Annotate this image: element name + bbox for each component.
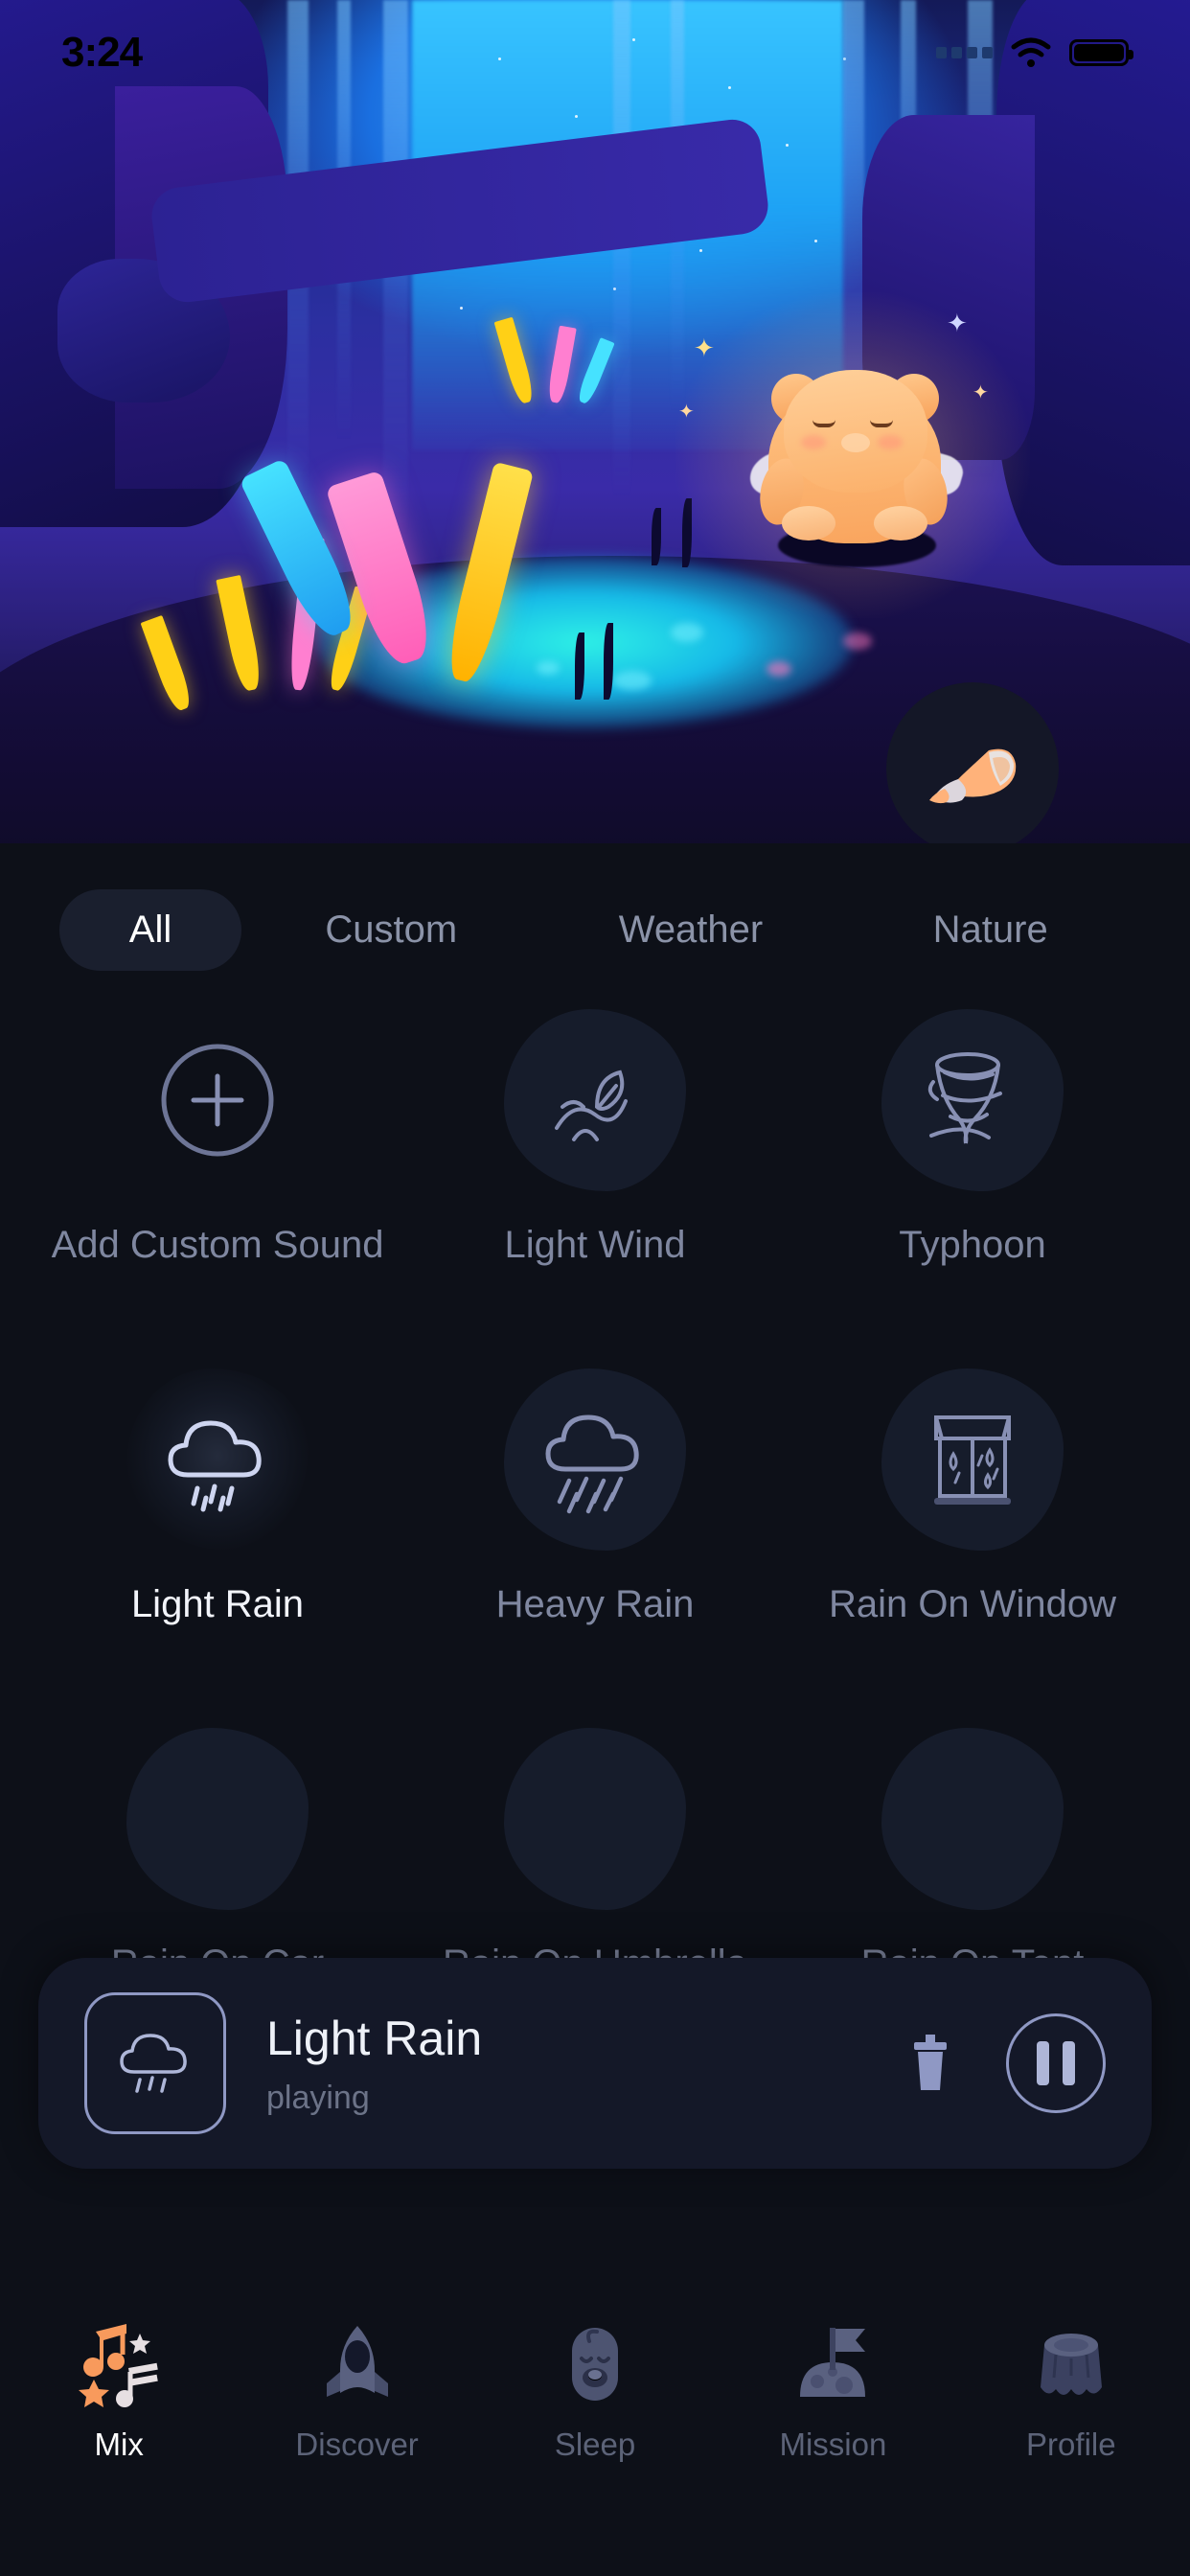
nav-icon-wrap (542, 2312, 648, 2417)
sound-item-rain-on-tent[interactable]: Rain On Tent (784, 1728, 1161, 1986)
nav-item-discover[interactable]: Discover (238, 2312, 475, 2463)
cloud-light-rain-icon (168, 1420, 262, 1512)
pause-icon (1063, 2041, 1075, 2085)
sound-item-add-custom-sound[interactable]: Add Custom Sound (29, 1009, 406, 1267)
cloud-heavy-rain-icon (545, 1414, 639, 1514)
tab-custom[interactable]: Custom (241, 889, 541, 971)
sleeping-bear-character: ✦ ✦ ✦ ✦ (675, 292, 1030, 618)
nav-label: Mix (94, 2426, 144, 2462)
now-playing-card[interactable]: Light Rain playing (38, 1958, 1152, 2169)
tab-all[interactable]: All (59, 889, 241, 971)
nav-item-sleep[interactable]: Sleep (476, 2312, 714, 2463)
nav-item-profile[interactable]: Profile (952, 2312, 1190, 2463)
status-clock: 3:24 (61, 29, 143, 76)
nav-label: Profile (1026, 2426, 1116, 2462)
rain-window-icon (934, 1415, 1011, 1505)
sound-label: Light Rain (130, 1583, 305, 1625)
sound-item-rain-on-car[interactable]: Rain On Car (29, 1728, 406, 1986)
now-playing-title: Light Rain (266, 2011, 483, 2065)
rocket-icon (326, 2326, 388, 2397)
tab-nature[interactable]: Nature (840, 889, 1140, 971)
plus-circle-icon (161, 1044, 274, 1157)
pause-button[interactable] (1006, 2013, 1106, 2113)
signal-dots-icon (936, 47, 993, 58)
nav-label: Discover (295, 2426, 419, 2462)
now-playing-thumbnail (84, 1992, 226, 2134)
sound-item-rain-on-umbrella[interactable]: Rain On Umbrella (406, 1728, 784, 1986)
hero-scene: ✦ ✦ ✦ ✦ (0, 0, 1190, 843)
sound-icon-wrap (881, 1728, 1064, 1910)
sound-item-rain-on-window[interactable]: Rain On Window (784, 1368, 1161, 1626)
nav-item-mix[interactable]: Mix (0, 2312, 238, 2463)
nav-icon-wrap (305, 2312, 410, 2417)
now-playing-status: playing (266, 2079, 370, 2116)
wifi-icon (1011, 37, 1051, 67)
sound-row: Light Rain Heavy Rain Rain On Window (29, 1368, 1161, 1626)
nav-item-mission[interactable]: Mission (714, 2312, 951, 2463)
leaf-wind-icon (555, 1070, 628, 1141)
sound-grid: Add Custom Sound Light Wind Typhoon Ligh… (0, 971, 1190, 1986)
category-tabs: All Custom Weather Nature (0, 843, 1190, 971)
sleeping-baby-icon (572, 2328, 619, 2401)
sound-icon-wrap (126, 1368, 309, 1551)
sound-label: Typhoon (899, 1224, 1046, 1266)
tab-weather[interactable]: Weather (541, 889, 841, 971)
sound-item-heavy-rain[interactable]: Heavy Rain (406, 1368, 784, 1626)
tornado-icon (927, 1052, 1002, 1144)
now-playing-meta: Light Rain playing (266, 2011, 904, 2117)
now-playing-actions (904, 2013, 1106, 2113)
sound-label: Rain On Window (828, 1583, 1117, 1625)
sound-row: Add Custom Sound Light Wind Typhoon (29, 1009, 1161, 1267)
sound-icon-wrap (504, 1728, 686, 1910)
sound-icon-wrap (126, 1728, 309, 1910)
nav-label: Mission (779, 2426, 887, 2462)
nav-icon-wrap (66, 2312, 172, 2417)
cloud-light-rain-icon (120, 2034, 187, 2093)
sound-icon-wrap (881, 1368, 1064, 1551)
bottom-navigation: Mix Discover Sleep Mission Profile (0, 2290, 1190, 2576)
sound-label: Heavy Rain (495, 1583, 695, 1625)
sound-icon-wrap (126, 1009, 309, 1191)
pause-icon (1037, 2041, 1049, 2085)
flag-hill-icon (800, 2328, 866, 2397)
seashell-icon (929, 748, 1017, 804)
sound-item-typhoon[interactable]: Typhoon (784, 1009, 1161, 1267)
sound-label: Light Wind (504, 1224, 686, 1266)
sound-icon-wrap (504, 1009, 686, 1191)
status-bar: 3:24 (0, 0, 1190, 105)
music-notes-stars-icon (79, 2324, 158, 2407)
sound-icon-wrap (504, 1368, 686, 1551)
sound-item-light-wind[interactable]: Light Wind (406, 1009, 784, 1267)
sound-label: Add Custom Sound (51, 1224, 384, 1266)
trash-icon[interactable] (904, 2033, 956, 2094)
nav-label: Sleep (554, 2426, 636, 2462)
tree-stump-icon (1040, 2334, 1102, 2395)
sound-item-light-rain[interactable]: Light Rain (29, 1368, 406, 1626)
battery-full-icon (1069, 39, 1133, 66)
sound-icon-wrap (881, 1009, 1064, 1191)
sound-row: Rain On Car Rain On Umbrella Rain On Ten… (29, 1728, 1161, 1986)
shell-button[interactable] (886, 682, 1059, 843)
nav-icon-wrap (1018, 2312, 1124, 2417)
nav-icon-wrap (780, 2312, 885, 2417)
